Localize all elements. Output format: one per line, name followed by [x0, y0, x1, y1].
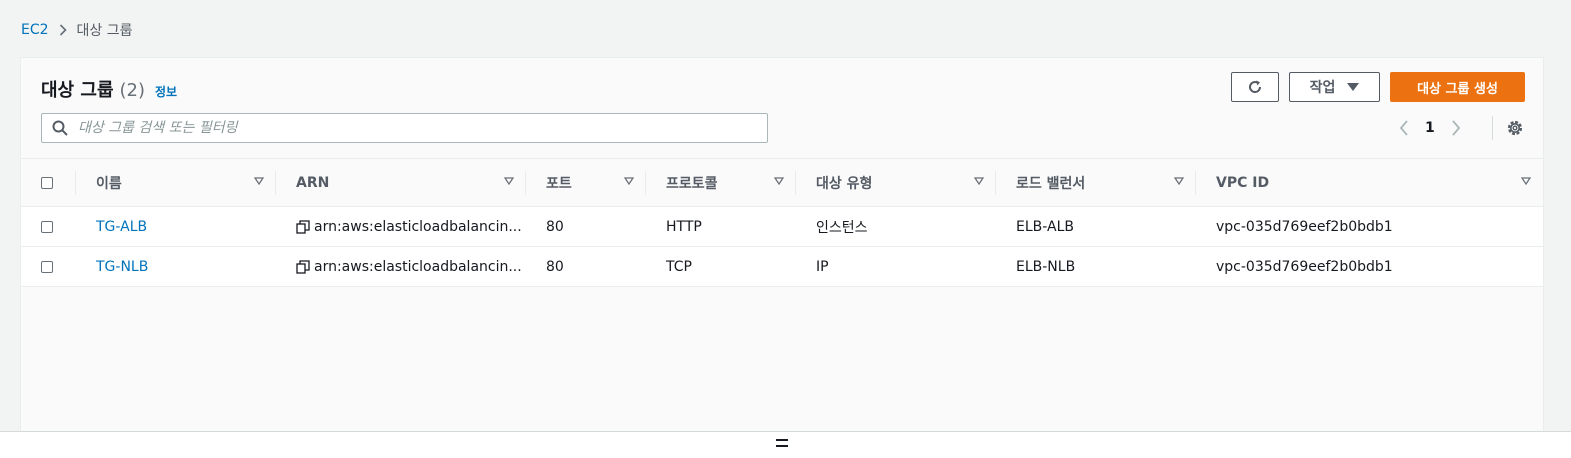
arn-cell: arn:aws:elasticloadbalancin... [296, 207, 522, 246]
column-header-load-balancer[interactable]: 로드 밸런서 [996, 159, 1196, 206]
target-type-cell: IP [816, 258, 829, 275]
caret-down-icon [1347, 83, 1360, 91]
table-row[interactable]: TG-NLB arn:aws:elasticloadbalancin... 80… [21, 247, 1543, 287]
table-row[interactable]: TG-ALB arn:aws:elasticloadbalancin... 80… [21, 207, 1543, 247]
column-header-vpc-id[interactable]: VPC ID [1196, 159, 1543, 206]
column-name-label: 이름 [96, 175, 122, 192]
protocol-cell: TCP [666, 258, 692, 275]
column-load-balancer-label: 로드 밸런서 [1016, 175, 1086, 192]
refresh-icon [1247, 79, 1263, 95]
column-header-port[interactable]: 포트 [526, 159, 646, 206]
drag-handle-icon[interactable] [776, 439, 788, 447]
column-header-arn[interactable]: ARN [276, 159, 526, 206]
sort-icon [774, 177, 784, 185]
create-target-group-button[interactable]: 대상 그룹 생성 [1390, 72, 1525, 102]
column-target-type-label: 대상 유형 [816, 175, 873, 192]
vpc-id-cell: vpc-035d769eef2b0bdb1 [1216, 218, 1393, 235]
protocol-cell: HTTP [666, 218, 702, 235]
target-groups-panel: 대상 그룹 (2) 정보 작업 대상 그룹 생성 1 [20, 57, 1544, 437]
actions-label: 작업 [1309, 80, 1336, 96]
row-checkbox[interactable] [41, 220, 53, 233]
previous-page-icon[interactable] [1399, 120, 1409, 136]
name-cell: TG-NLB [96, 247, 148, 286]
search-field [41, 113, 768, 143]
sort-icon [974, 177, 984, 185]
name-cell: TG-ALB [96, 207, 147, 246]
column-vpc-id-label: VPC ID [1216, 174, 1270, 191]
row-checkbox[interactable] [41, 260, 53, 273]
arn-value: arn:aws:elasticloadbalancin... [314, 218, 522, 235]
port-cell: 80 [546, 258, 564, 275]
toolbar-divider [1492, 116, 1493, 140]
next-page-icon[interactable] [1451, 120, 1461, 136]
row-select-cell [41, 247, 53, 286]
column-header-protocol[interactable]: 프로토콜 [646, 159, 796, 206]
page-number[interactable]: 1 [1425, 120, 1435, 136]
target-type-cell: 인스턴스 [816, 219, 868, 236]
gear-icon[interactable] [1506, 119, 1524, 137]
page-title: 대상 그룹 [41, 80, 114, 101]
load-balancer-cell: ELB-NLB [1016, 258, 1076, 275]
refresh-button[interactable] [1231, 72, 1279, 102]
table-header: 이름 ARN 포트 프로토콜 대상 유형 로드 밸런서 VPC ID [21, 158, 1543, 207]
breadcrumb-current: 대상 그룹 [76, 23, 133, 39]
column-arn-label: ARN [296, 174, 330, 191]
chevron-right-icon [59, 24, 67, 36]
search-icon [52, 120, 68, 136]
port-cell: 80 [546, 218, 564, 235]
info-link[interactable]: 정보 [155, 83, 177, 100]
target-group-name-link[interactable]: TG-ALB [96, 219, 147, 235]
panel-header: 대상 그룹 (2) 정보 [41, 76, 177, 102]
target-group-name-link[interactable]: TG-NLB [96, 259, 148, 275]
column-protocol-label: 프로토콜 [666, 175, 718, 192]
column-port-label: 포트 [546, 175, 572, 192]
copy-icon[interactable] [296, 219, 310, 234]
load-balancer-cell: ELB-ALB [1016, 218, 1074, 235]
pagination: 1 [1399, 118, 1461, 138]
sort-icon [1521, 177, 1531, 185]
column-header-name[interactable]: 이름 [76, 159, 276, 206]
actions-button[interactable]: 작업 [1289, 72, 1380, 102]
column-header-target-type[interactable]: 대상 유형 [796, 159, 996, 206]
target-groups-table: 이름 ARN 포트 프로토콜 대상 유형 로드 밸런서 VPC ID TG-AL… [21, 158, 1543, 287]
split-panel [0, 431, 1571, 458]
sort-icon [624, 177, 634, 185]
breadcrumb-ec2-link[interactable]: EC2 [21, 22, 49, 38]
search-input[interactable] [76, 119, 740, 137]
copy-icon[interactable] [296, 259, 310, 274]
item-count: (2) [119, 80, 146, 101]
breadcrumb: EC2 대상 그룹 [21, 20, 133, 40]
vpc-id-cell: vpc-035d769eef2b0bdb1 [1216, 258, 1393, 275]
arn-value: arn:aws:elasticloadbalancin... [314, 258, 522, 275]
sort-icon [254, 177, 264, 185]
sort-icon [1174, 177, 1184, 185]
row-select-cell [41, 207, 53, 246]
arn-cell: arn:aws:elasticloadbalancin... [296, 247, 522, 286]
sort-icon [504, 177, 514, 185]
select-all-checkbox[interactable] [41, 176, 53, 189]
